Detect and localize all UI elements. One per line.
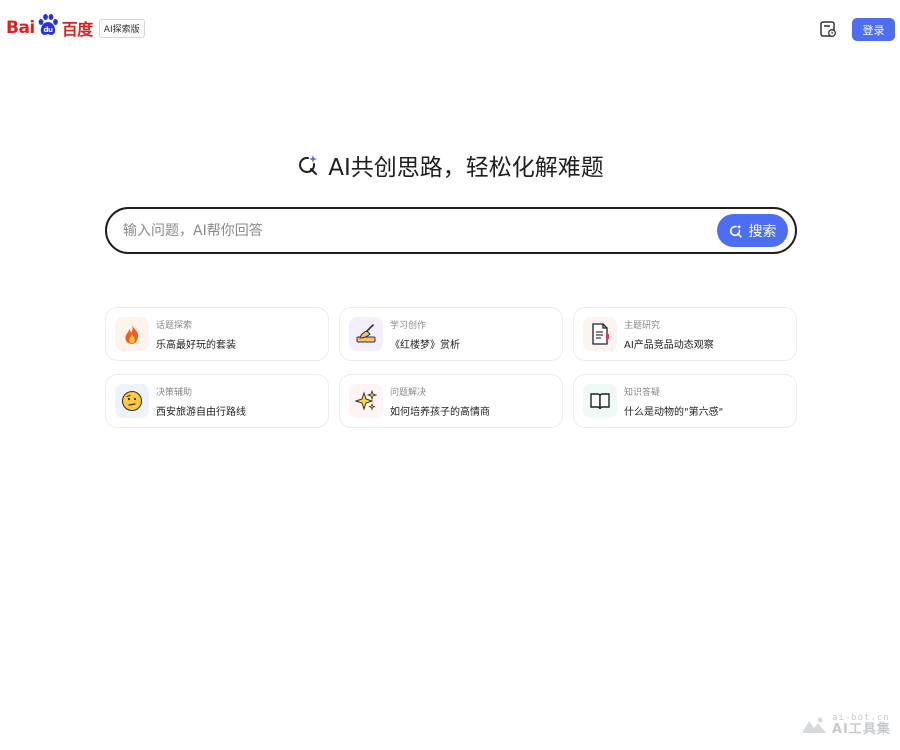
suggestion-card[interactable]: 问题解决 如何培养孩子的高情商 [339,374,563,428]
top-bar: Bai du 百度 AI探索版 登录 [0,0,900,60]
card-category: 话题探索 [156,320,193,331]
ai-spark-icon [299,155,318,175]
suggestion-card[interactable]: 知识答疑 什么是动物的"第六感" [573,374,797,428]
search-box: 搜索 [105,207,797,254]
card-question: 如何培养孩子的高情商 [390,406,490,418]
thinking-face-icon [121,390,143,412]
logo-bai-text: Bai [6,18,35,38]
logo-du-text: du [43,26,53,34]
card-icon-wrap [583,384,617,418]
suggestion-card[interactable]: 学习创作 《红楼梦》赏析 [339,307,563,361]
card-text: 决策辅助 西安旅游自由行路线 [156,385,246,418]
search-button[interactable]: 搜索 [717,214,788,247]
search-input[interactable] [123,218,703,244]
card-text: 话题探索 乐高最好玩的套装 [156,318,236,351]
document-icon [592,323,609,345]
card-category: 主题研究 [624,320,661,331]
suggestion-card[interactable]: 话题探索 乐高最好玩的套装 [105,307,329,361]
hero-section: AI共创思路，轻松化解难题 [0,148,900,182]
card-icon-wrap [115,384,149,418]
sparkles-icon [355,390,377,411]
card-text: 知识答疑 什么是动物的"第六感" [624,385,723,418]
logo-wordmark: Bai du 百度 [6,14,94,40]
ai-spark-icon [729,223,742,237]
watermark-text: ai-bot.cn AI工具集 [832,714,891,737]
paw-icon: du [38,14,58,35]
card-icon-wrap [349,317,383,351]
logo-chinese-text: 百度 [61,20,94,39]
card-question: 西安旅游自由行路线 [156,406,246,418]
login-button[interactable]: 登录 [852,18,895,41]
suggestion-card[interactable]: 决策辅助 西安旅游自由行路线 [105,374,329,428]
card-category: 学习创作 [390,320,427,331]
suggestion-card[interactable]: 主题研究 AI产品竞品动态观察 [573,307,797,361]
page-title: AI共创思路，轻松化解难题 [328,155,604,181]
edition-badge: AI探索版 [98,18,145,38]
card-question: 乐高最好玩的套装 [156,339,236,351]
baidu-logo[interactable]: Bai du 百度 AI探索版 [6,14,145,40]
card-text: 问题解决 如何培养孩子的高情商 [390,385,490,418]
watermark-logo-icon [802,717,826,733]
search-button-label: 搜索 [748,223,777,240]
card-text: 学习创作 《红楼梦》赏析 [390,318,460,351]
card-category: 决策辅助 [156,387,193,398]
card-text: 主题研究 AI产品竞品动态观察 [624,318,714,351]
card-icon-wrap [115,317,149,351]
watermark-name: AI工具集 [832,722,891,737]
card-category: 知识答疑 [624,387,661,398]
card-icon-wrap [349,384,383,418]
history-icon[interactable] [819,20,837,38]
card-icon-wrap [583,317,617,351]
open-book-icon [590,393,610,410]
card-category: 问题解决 [390,387,427,398]
watermark: ai-bot.cn AI工具集 [800,714,891,736]
hero-heading: AI共创思路，轻松化解难题 [296,148,604,182]
card-question: 《红楼梦》赏析 [390,339,460,351]
fire-icon [125,324,139,344]
writing-hand-icon [356,324,376,343]
suggestion-grid: 话题探索 乐高最好玩的套装 学习创作 《红楼梦》赏析 主题研究 AI产品竞品动态… [105,307,797,428]
card-question: 什么是动物的"第六感" [624,406,724,418]
card-question: AI产品竞品动态观察 [624,339,714,351]
